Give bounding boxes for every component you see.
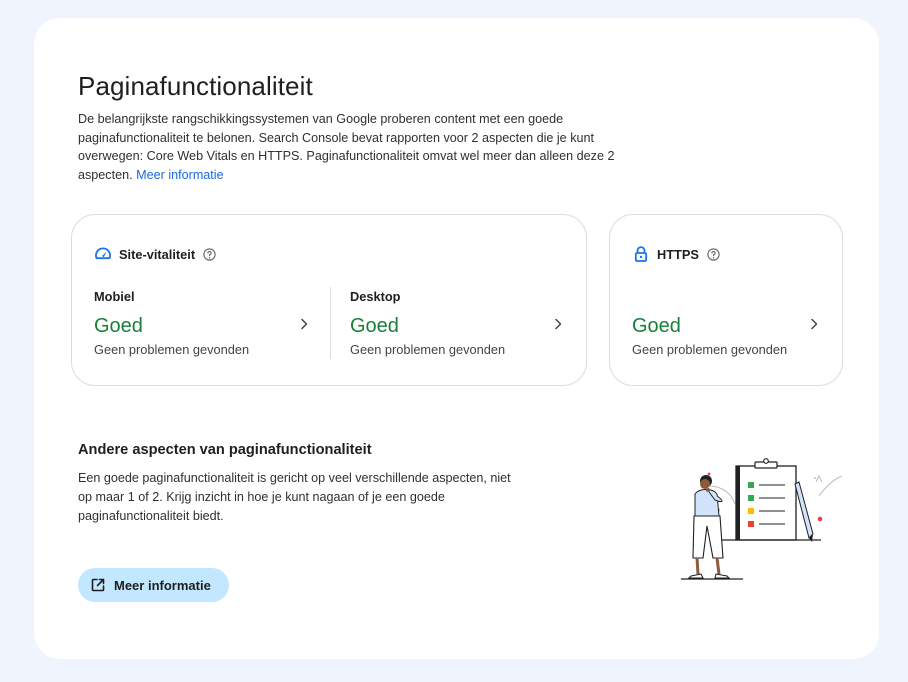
- chevron-right-icon: [808, 317, 820, 331]
- learn-more-button-label: Meer informatie: [114, 577, 211, 593]
- page-title: Paginafunctionaliteit: [78, 71, 313, 101]
- help-icon[interactable]: [203, 247, 216, 261]
- https-title: HTTPS: [657, 246, 699, 262]
- intro-paragraph: De belangrijkste rangschikkingssystemen …: [78, 110, 658, 184]
- intro-learn-more-link[interactable]: Meer informatie: [136, 168, 224, 182]
- learn-more-button[interactable]: Meer informatie: [78, 568, 229, 602]
- open-in-new-icon: [90, 577, 106, 593]
- other-aspects-text: Een goede paginafunctionaliteit is geric…: [78, 471, 511, 524]
- mobile-description: Geen problemen gevonden: [94, 342, 250, 357]
- desktop-status: Goed: [350, 315, 399, 337]
- mobile-metric[interactable]: Mobiel Goed Geen problemen gevonden: [94, 275, 314, 365]
- page-functionality-panel: Paginafunctionaliteit De belangrijkste r…: [34, 18, 879, 659]
- site-vitals-card: Site-vitaliteit Mobiel Goed Geen problem…: [71, 214, 587, 386]
- desktop-metric[interactable]: Desktop Goed Geen problemen gevonden: [350, 275, 570, 365]
- mobile-label: Mobiel: [94, 289, 135, 304]
- https-description: Geen problemen gevonden: [632, 342, 788, 357]
- site-vitals-header: Site-vitaliteit: [94, 245, 216, 263]
- speedometer-icon: [94, 245, 112, 263]
- desktop-label: Desktop: [350, 289, 401, 304]
- other-aspects-title: Andere aspecten van paginafunctionalitei…: [78, 442, 372, 458]
- help-icon[interactable]: [707, 247, 720, 261]
- site-vitals-title: Site-vitaliteit: [119, 246, 196, 262]
- lock-icon: [632, 245, 650, 263]
- https-metric[interactable]: Goed Geen problemen gevonden: [632, 275, 832, 365]
- desktop-description: Geen problemen gevonden: [350, 342, 506, 357]
- chevron-right-icon: [552, 317, 564, 331]
- checklist-illustration: [643, 438, 843, 582]
- https-status: Goed: [632, 315, 681, 337]
- mobile-status: Goed: [94, 315, 143, 337]
- chevron-right-icon: [298, 317, 310, 331]
- https-header: HTTPS: [632, 245, 720, 263]
- metric-divider: [330, 287, 331, 359]
- https-card: HTTPS Goed Geen problemen gevonden: [609, 214, 843, 386]
